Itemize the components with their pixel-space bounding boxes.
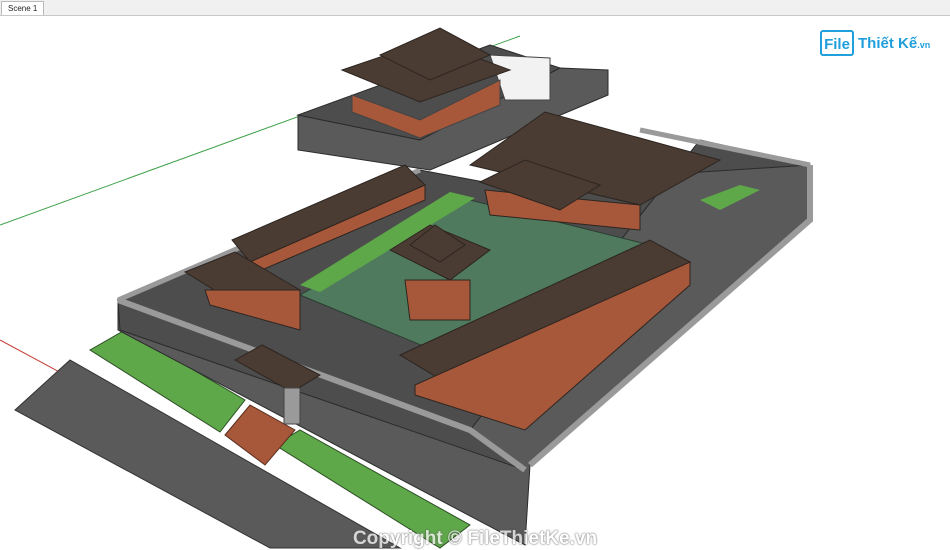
scene-tab[interactable]: Scene 1 — [1, 1, 45, 15]
logo-mark-icon: File — [820, 30, 854, 56]
3d-viewport[interactable]: File Thiết Kế.vn Copyright © FileThietKe… — [0, 16, 950, 550]
copyright-watermark: Copyright © FileThietKe.vn — [352, 528, 598, 549]
scene-tab-bar: Scene 1 — [0, 0, 950, 16]
filethietke-logo: File Thiết Kế.vn — [820, 28, 930, 58]
logo-tld: .vn — [917, 40, 931, 50]
octagon-pavilion-body — [404, 279, 471, 321]
logo-name: Thiết Kế — [858, 35, 918, 52]
entrance-gate-pillar — [283, 387, 301, 425]
logo-text: Thiết Kế.vn — [858, 35, 930, 52]
temple-model — [0, 27, 813, 549]
